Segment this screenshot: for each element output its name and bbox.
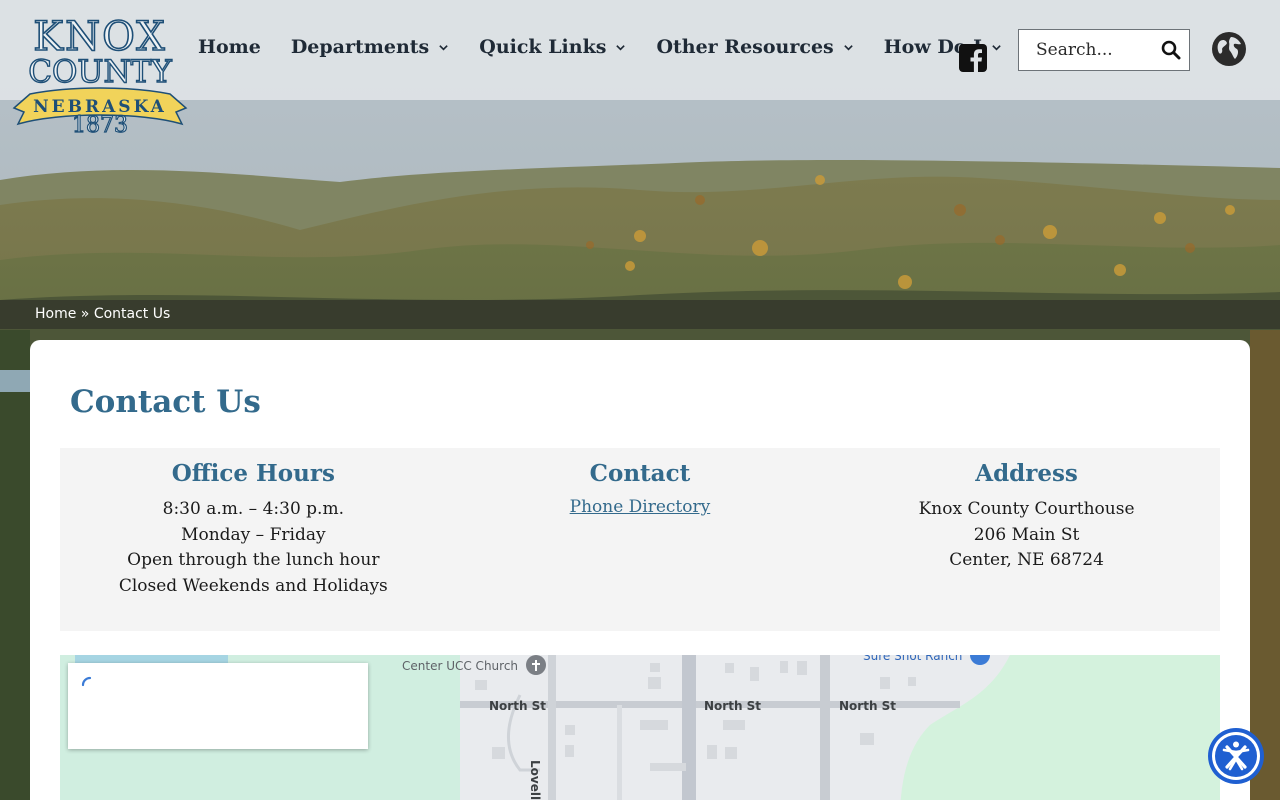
- main-nav: Home Departments Quick Links Other Resou…: [198, 36, 1032, 58]
- nav-item-departments[interactable]: Departments: [291, 36, 449, 58]
- nav-label: Departments: [290, 36, 430, 58]
- contact-column: Contact Phone Directory: [447, 448, 834, 631]
- contact-heading: Contact: [589, 460, 691, 487]
- logo-year: 1873: [72, 113, 128, 138]
- accessibility-icon[interactable]: [1207, 727, 1265, 785]
- address-column: Address Knox County Courthouse 206 Main …: [833, 448, 1220, 631]
- loading-spinner-icon: [81, 676, 92, 687]
- nav-item-home[interactable]: Home: [198, 36, 261, 58]
- office-hours-heading: Office Hours: [171, 460, 335, 487]
- office-hours-column: Office Hours 8:30 a.m. – 4:30 p.m. Monda…: [60, 448, 447, 631]
- nav-label: Home: [198, 36, 261, 58]
- chevron-down-icon: [992, 44, 1001, 51]
- address-line: Knox County Courthouse: [918, 499, 1135, 519]
- map-street-label: North St: [839, 699, 897, 713]
- breadcrumb-current: Contact Us: [93, 306, 171, 322]
- map-street-label: North St: [489, 699, 547, 713]
- breadcrumb-separator: »: [80, 306, 90, 322]
- address-line: 206 Main St: [973, 524, 1080, 545]
- chevron-down-icon: [843, 44, 853, 51]
- embedded-map[interactable]: Center UCC Church Sure Shot Ranch North …: [60, 655, 1220, 800]
- office-hours-line: Closed Weekends and Holidays: [118, 575, 388, 596]
- church-pin: [526, 655, 546, 675]
- chevron-down-icon: [616, 44, 626, 51]
- nav-label: Quick Links: [479, 36, 607, 58]
- map-street-label: North St: [704, 699, 762, 713]
- contact-info-panel: Office Hours 8:30 a.m. – 4:30 p.m. Monda…: [60, 448, 1220, 631]
- facebook-icon[interactable]: [959, 44, 987, 72]
- map-info-panel: [68, 663, 368, 749]
- nav-label: Other Resources: [656, 36, 834, 58]
- map-label-church: Center UCC Church: [402, 659, 519, 673]
- office-hours-line: 8:30 a.m. – 4:30 p.m.: [162, 499, 344, 519]
- office-hours-line: Open through the lunch hour: [127, 550, 380, 570]
- page-title: Contact Us: [70, 384, 261, 420]
- nav-item-other-resources[interactable]: Other Resources: [656, 36, 853, 58]
- chevron-down-icon: [439, 44, 449, 51]
- county-logo[interactable]: KNOX COUNTY NEBRASKA 1873: [10, 8, 190, 140]
- county-seal-graphic: KNOX COUNTY NEBRASKA 1873: [12, 13, 188, 139]
- content-card: Contact Us Office Hours 8:30 a.m. – 4:30…: [30, 340, 1250, 800]
- globe-icon[interactable]: [1211, 31, 1247, 67]
- address-heading: Address: [975, 460, 1078, 487]
- address-line: Center, NE 68724: [949, 550, 1104, 570]
- search-icon[interactable]: [1161, 40, 1181, 60]
- office-hours-line: Monday – Friday: [181, 524, 326, 545]
- phone-directory-link[interactable]: Phone Directory: [570, 497, 711, 517]
- search-input[interactable]: [1036, 40, 1166, 60]
- logo-line2: COUNTY: [28, 54, 172, 90]
- nav-item-quick-links[interactable]: Quick Links: [479, 36, 626, 58]
- site-header: Home Departments Quick Links Other Resou…: [0, 0, 1280, 100]
- map-label-ranch: Sure Shot Ranch: [863, 655, 963, 663]
- search-box: [1018, 29, 1190, 71]
- breadcrumb: Home » Contact Us: [0, 300, 1280, 329]
- breadcrumb-home-link[interactable]: Home: [35, 306, 76, 322]
- map-street-label: Lovell St: [528, 760, 542, 800]
